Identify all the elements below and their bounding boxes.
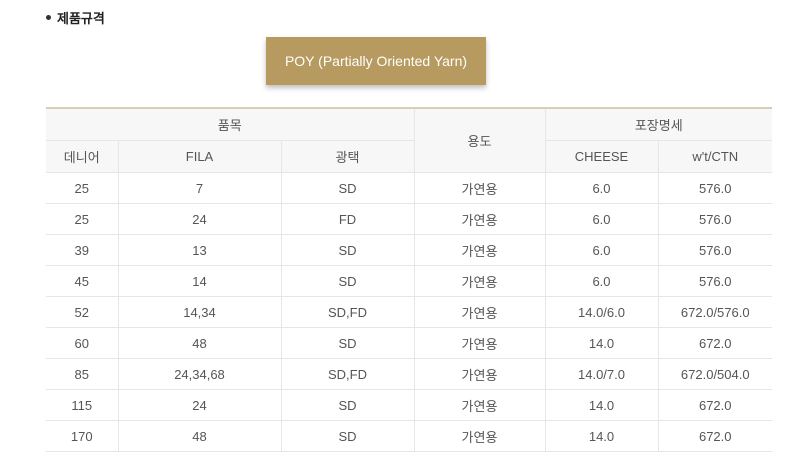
cell-fila: 14,34 (118, 296, 282, 328)
cell-denier: 170 (46, 420, 119, 452)
header-denier: 데니어 (46, 140, 119, 173)
table-row: 60 48 SD 가연용 14.0 672.0 (46, 327, 772, 359)
table-row: 25 24 FD 가연용 6.0 576.0 (46, 203, 772, 235)
cell-luster: SD (281, 172, 415, 204)
header-fila: FILA (118, 140, 282, 173)
table-row: 85 24,34,68 SD,FD 가연용 14.0/7.0 672.0/504.0 (46, 358, 772, 390)
cell-usage: 가연용 (414, 172, 546, 204)
table-row: 25 7 SD 가연용 6.0 576.0 (46, 172, 772, 204)
table-row: 52 14,34 SD,FD 가연용 14.0/6.0 672.0/576.0 (46, 296, 772, 328)
product-name: POY (Partially Oriented Yarn) (284, 53, 468, 69)
cell-denier: 115 (46, 389, 119, 421)
cell-wt-ctn: 576.0 (658, 234, 772, 266)
cell-usage: 가연용 (414, 203, 546, 235)
cell-luster: SD (281, 420, 415, 452)
cell-cheese: 14.0 (545, 389, 659, 421)
cell-usage: 가연용 (414, 327, 546, 359)
cell-usage: 가연용 (414, 296, 546, 328)
cell-fila: 24 (118, 203, 282, 235)
cell-cheese: 14.0/6.0 (545, 296, 659, 328)
header-usage: 용도 (414, 108, 546, 173)
cell-usage: 가연용 (414, 265, 546, 297)
cell-denier: 25 (46, 172, 119, 204)
table-row: 170 48 SD 가연용 14.0 672.0 (46, 420, 772, 452)
cell-wt-ctn: 576.0 (658, 172, 772, 204)
header-item: 품목 (46, 108, 415, 141)
cell-cheese: 6.0 (545, 234, 659, 266)
spec-table: 품목 용도 포장명세 데니어 FILA 광택 CHEESE w't/CTN 25… (46, 107, 772, 452)
cell-fila: 13 (118, 234, 282, 266)
cell-wt-ctn: 672.0 (658, 327, 772, 359)
cell-cheese: 14.0 (545, 420, 659, 452)
cell-luster: SD (281, 234, 415, 266)
cell-cheese: 14.0/7.0 (545, 358, 659, 390)
cell-denier: 25 (46, 203, 119, 235)
cell-cheese: 14.0 (545, 327, 659, 359)
header-wt-ctn: w't/CTN (658, 140, 772, 173)
cell-wt-ctn: 672.0/504.0 (658, 358, 772, 390)
cell-cheese: 6.0 (545, 203, 659, 235)
cell-usage: 가연용 (414, 358, 546, 390)
table-row: 115 24 SD 가연용 14.0 672.0 (46, 389, 772, 421)
cell-wt-ctn: 672.0/576.0 (658, 296, 772, 328)
cell-luster: SD (281, 389, 415, 421)
section-title: 제품규격 (46, 8, 105, 27)
cell-luster: SD,FD (281, 296, 415, 328)
cell-wt-ctn: 576.0 (658, 265, 772, 297)
cell-usage: 가연용 (414, 420, 546, 452)
product-name-badge: POY (Partially Oriented Yarn) (266, 37, 486, 85)
cell-denier: 60 (46, 327, 119, 359)
cell-denier: 45 (46, 265, 119, 297)
cell-fila: 48 (118, 420, 282, 452)
cell-fila: 24,34,68 (118, 358, 282, 390)
cell-denier: 52 (46, 296, 119, 328)
header-cheese: CHEESE (545, 140, 659, 173)
cell-luster: SD,FD (281, 358, 415, 390)
cell-denier: 85 (46, 358, 119, 390)
cell-fila: 24 (118, 389, 282, 421)
header-luster: 광택 (281, 140, 415, 173)
cell-usage: 가연용 (414, 234, 546, 266)
spec-table-body: 25 7 SD 가연용 6.0 576.0 25 24 FD 가연용 6.0 576.0 39 13 SD 가… (46, 172, 772, 452)
cell-luster: FD (281, 203, 415, 235)
cell-fila: 48 (118, 327, 282, 359)
table-row: 39 13 SD 가연용 6.0 576.0 (46, 234, 772, 266)
cell-cheese: 6.0 (545, 172, 659, 204)
cell-usage: 가연용 (414, 389, 546, 421)
cell-luster: SD (281, 265, 415, 297)
cell-denier: 39 (46, 234, 119, 266)
cell-wt-ctn: 672.0 (658, 420, 772, 452)
table-row: 45 14 SD 가연용 6.0 576.0 (46, 265, 772, 297)
cell-wt-ctn: 672.0 (658, 389, 772, 421)
bullet-icon (46, 15, 51, 20)
cell-wt-ctn: 576.0 (658, 203, 772, 235)
cell-fila: 7 (118, 172, 282, 204)
cell-luster: SD (281, 327, 415, 359)
cell-fila: 14 (118, 265, 282, 297)
header-packing: 포장명세 (545, 108, 772, 141)
section-title-text: 제품규격 (57, 11, 105, 26)
cell-cheese: 6.0 (545, 265, 659, 297)
